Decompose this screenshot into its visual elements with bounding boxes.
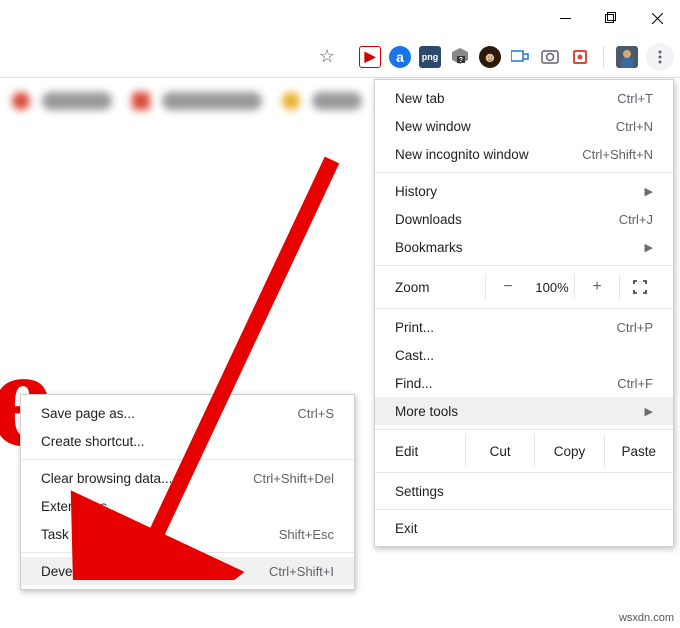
zoom-value: 100% (530, 274, 574, 300)
menu-separator (375, 308, 673, 309)
window-close-button[interactable] (634, 0, 680, 36)
omnibox-area: ☆ (0, 42, 351, 72)
svg-text:?: ? (459, 57, 463, 64)
chevron-right-icon: ▶ (645, 405, 653, 418)
menu-separator (375, 265, 673, 266)
menu-item-history[interactable]: History▶ (375, 177, 673, 205)
submenu-item-save-page[interactable]: Save page as...Ctrl+S (21, 399, 354, 427)
menu-item-bookmarks[interactable]: Bookmarks▶ (375, 233, 673, 261)
more-tools-submenu: Save page as...Ctrl+S Create shortcut...… (20, 394, 355, 590)
extension-icon-1[interactable]: ▶ (359, 46, 381, 68)
menu-item-new-window[interactable]: New windowCtrl+N (375, 112, 673, 140)
menu-zoom-row: Zoom − 100% + (375, 270, 673, 304)
menu-item-incognito[interactable]: New incognito windowCtrl+Shift+N (375, 140, 673, 168)
menu-item-new-tab[interactable]: New tabCtrl+T (375, 84, 673, 112)
extension-icon-2[interactable]: a (389, 46, 411, 68)
submenu-item-extensions[interactable]: Extensions (21, 492, 354, 520)
cut-button[interactable]: Cut (465, 434, 534, 468)
menu-item-settings[interactable]: Settings (375, 477, 673, 505)
menu-item-print[interactable]: Print...Ctrl+P (375, 313, 673, 341)
titlebar (0, 0, 680, 36)
zoom-in-button[interactable]: + (574, 274, 619, 300)
extension-icon-6[interactable] (509, 46, 531, 68)
profile-avatar[interactable] (616, 46, 638, 68)
zoom-label: Zoom (395, 280, 485, 295)
copy-button[interactable]: Copy (534, 434, 603, 468)
bookmark-star-icon[interactable]: ☆ (313, 46, 341, 67)
extension-icon-3[interactable]: png (419, 46, 441, 68)
submenu-item-task-manager[interactable]: Task managerShift+Esc (21, 520, 354, 548)
menu-item-downloads[interactable]: DownloadsCtrl+J (375, 205, 673, 233)
submenu-item-developer-tools[interactable]: Developer toolsCtrl+Shift+I (21, 557, 354, 585)
chrome-main-menu: New tabCtrl+T New windowCtrl+N New incog… (374, 79, 674, 547)
edit-label: Edit (395, 444, 465, 459)
chevron-right-icon: ▶ (645, 185, 653, 198)
browser-toolbar: ☆ ▶ a png ? ☻ (0, 36, 680, 78)
menu-item-exit[interactable]: Exit (375, 514, 673, 542)
window-minimize-button[interactable] (542, 0, 588, 36)
submenu-item-clear-data[interactable]: Clear browsing data...Ctrl+Shift+Del (21, 464, 354, 492)
extension-icon-5[interactable]: ☻ (479, 46, 501, 68)
extension-icon-7[interactable] (539, 46, 561, 68)
watermark: wsxdn.com (619, 612, 674, 624)
menu-item-find[interactable]: Find...Ctrl+F (375, 369, 673, 397)
extension-icon-4[interactable]: ? (449, 46, 471, 68)
menu-separator (375, 472, 673, 473)
menu-item-more-tools[interactable]: More tools▶ (375, 397, 673, 425)
chrome-menu-button[interactable] (646, 43, 674, 71)
submenu-item-create-shortcut[interactable]: Create shortcut... (21, 427, 354, 455)
menu-separator (375, 172, 673, 173)
menu-separator (21, 552, 354, 553)
paste-button[interactable]: Paste (604, 434, 673, 468)
menu-separator (375, 429, 673, 430)
zoom-out-button[interactable]: − (485, 274, 530, 300)
menu-separator (21, 459, 354, 460)
extension-icon-8[interactable] (569, 46, 591, 68)
toolbar-separator (603, 46, 604, 68)
menu-item-cast[interactable]: Cast... (375, 341, 673, 369)
fullscreen-button[interactable] (619, 274, 659, 300)
chevron-right-icon: ▶ (645, 241, 653, 254)
menu-separator (375, 509, 673, 510)
window-maximize-button[interactable] (588, 0, 634, 36)
menu-edit-row: Edit Cut Copy Paste (375, 434, 673, 468)
